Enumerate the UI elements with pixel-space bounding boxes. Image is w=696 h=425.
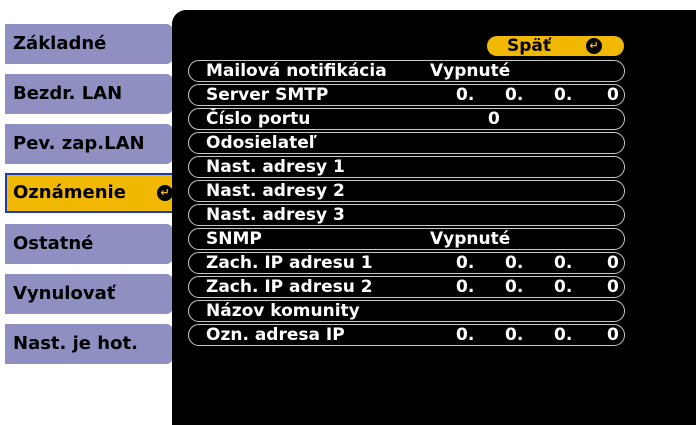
tab-label: Základné xyxy=(13,33,107,54)
ip-octet-1: 0. xyxy=(456,325,475,345)
tab-nast-je-hot[interactable]: Nast. je hot. xyxy=(5,324,173,364)
row-label: SNMP xyxy=(206,229,262,249)
row-label: Názov komunity xyxy=(206,301,360,321)
row-value: Vypnuté xyxy=(430,229,511,249)
row-label: Zach. IP adresu 1 xyxy=(206,253,373,273)
row-label: Server SMTP xyxy=(206,85,329,105)
row-label: Nast. adresy 3 xyxy=(206,205,345,225)
tab-label: Pev. zap.LAN xyxy=(13,133,145,154)
row-label: Mailová notifikácia xyxy=(206,61,387,81)
row-address-2[interactable]: Nast. adresy 2 xyxy=(188,180,625,202)
row-sender[interactable]: Odosielateľ xyxy=(188,132,625,154)
tab-pev-zap-lan[interactable]: Pev. zap.LAN xyxy=(5,124,173,164)
back-label: Späť xyxy=(507,36,552,56)
row-community-name[interactable]: Názov komunity xyxy=(188,300,625,322)
tab-vynulovat[interactable]: Vynulovať xyxy=(5,274,173,314)
ip-octet-2: 0. xyxy=(505,85,524,105)
tab-zakladne[interactable]: Základné xyxy=(5,24,173,64)
row-label: Nast. adresy 1 xyxy=(206,157,345,177)
row-value: Vypnuté xyxy=(430,61,511,81)
tab-label: Bezdr. LAN xyxy=(13,83,123,104)
ip-octet-3: 0. xyxy=(554,253,573,273)
ip-octet-3: 0. xyxy=(554,325,573,345)
row-port-number[interactable]: Číslo portu 0 xyxy=(188,108,625,130)
tab-ostatne[interactable]: Ostatné xyxy=(5,224,173,264)
ip-octet-1: 0. xyxy=(456,85,475,105)
row-label: Zach. IP adresu 2 xyxy=(206,277,373,297)
tab-bezdr-lan[interactable]: Bezdr. LAN xyxy=(5,74,173,114)
row-value: 0 xyxy=(488,109,500,129)
ip-octet-4: 0 xyxy=(607,325,619,345)
row-ip-address[interactable]: Ozn. adresa IP 0. 0. 0. 0 xyxy=(188,324,625,346)
ip-octet-3: 0. xyxy=(554,85,573,105)
tab-label: Oznámenie xyxy=(13,182,126,203)
enter-icon: ↵ xyxy=(157,185,173,201)
row-label: Nast. adresy 2 xyxy=(206,181,345,201)
ip-octet-1: 0. xyxy=(456,253,475,273)
row-label: Odosielateľ xyxy=(206,133,317,153)
row-address-1[interactable]: Nast. adresy 1 xyxy=(188,156,625,178)
ip-octet-2: 0. xyxy=(505,325,524,345)
ip-octet-4: 0 xyxy=(607,277,619,297)
row-mail-notification[interactable]: Mailová notifikácia Vypnuté xyxy=(188,60,625,82)
ip-octet-4: 0 xyxy=(607,85,619,105)
row-address-3[interactable]: Nast. adresy 3 xyxy=(188,204,625,226)
tab-label: Vynulovať xyxy=(13,283,116,304)
tab-label: Nast. je hot. xyxy=(13,333,138,354)
back-button[interactable]: Späť ↵ xyxy=(487,36,624,56)
row-snmp[interactable]: SNMP Vypnuté xyxy=(188,228,625,250)
ip-octet-4: 0 xyxy=(607,253,619,273)
ip-octet-1: 0. xyxy=(456,277,475,297)
row-label: Ozn. adresa IP xyxy=(206,325,345,345)
row-label: Číslo portu xyxy=(206,109,311,129)
enter-icon: ↵ xyxy=(586,38,602,54)
tab-oznamenie[interactable]: Oznámenie ↵ xyxy=(5,173,181,213)
row-trap-ip-2[interactable]: Zach. IP adresu 2 0. 0. 0. 0 xyxy=(188,276,625,298)
ip-octet-2: 0. xyxy=(505,253,524,273)
ip-octet-2: 0. xyxy=(505,277,524,297)
row-trap-ip-1[interactable]: Zach. IP adresu 1 0. 0. 0. 0 xyxy=(188,252,625,274)
settings-screen: Základné Bezdr. LAN Pev. zap.LAN Oznámen… xyxy=(0,0,696,425)
ip-octet-3: 0. xyxy=(554,277,573,297)
row-smtp-server[interactable]: Server SMTP 0. 0. 0. 0 xyxy=(188,84,625,106)
tab-label: Ostatné xyxy=(13,233,94,254)
